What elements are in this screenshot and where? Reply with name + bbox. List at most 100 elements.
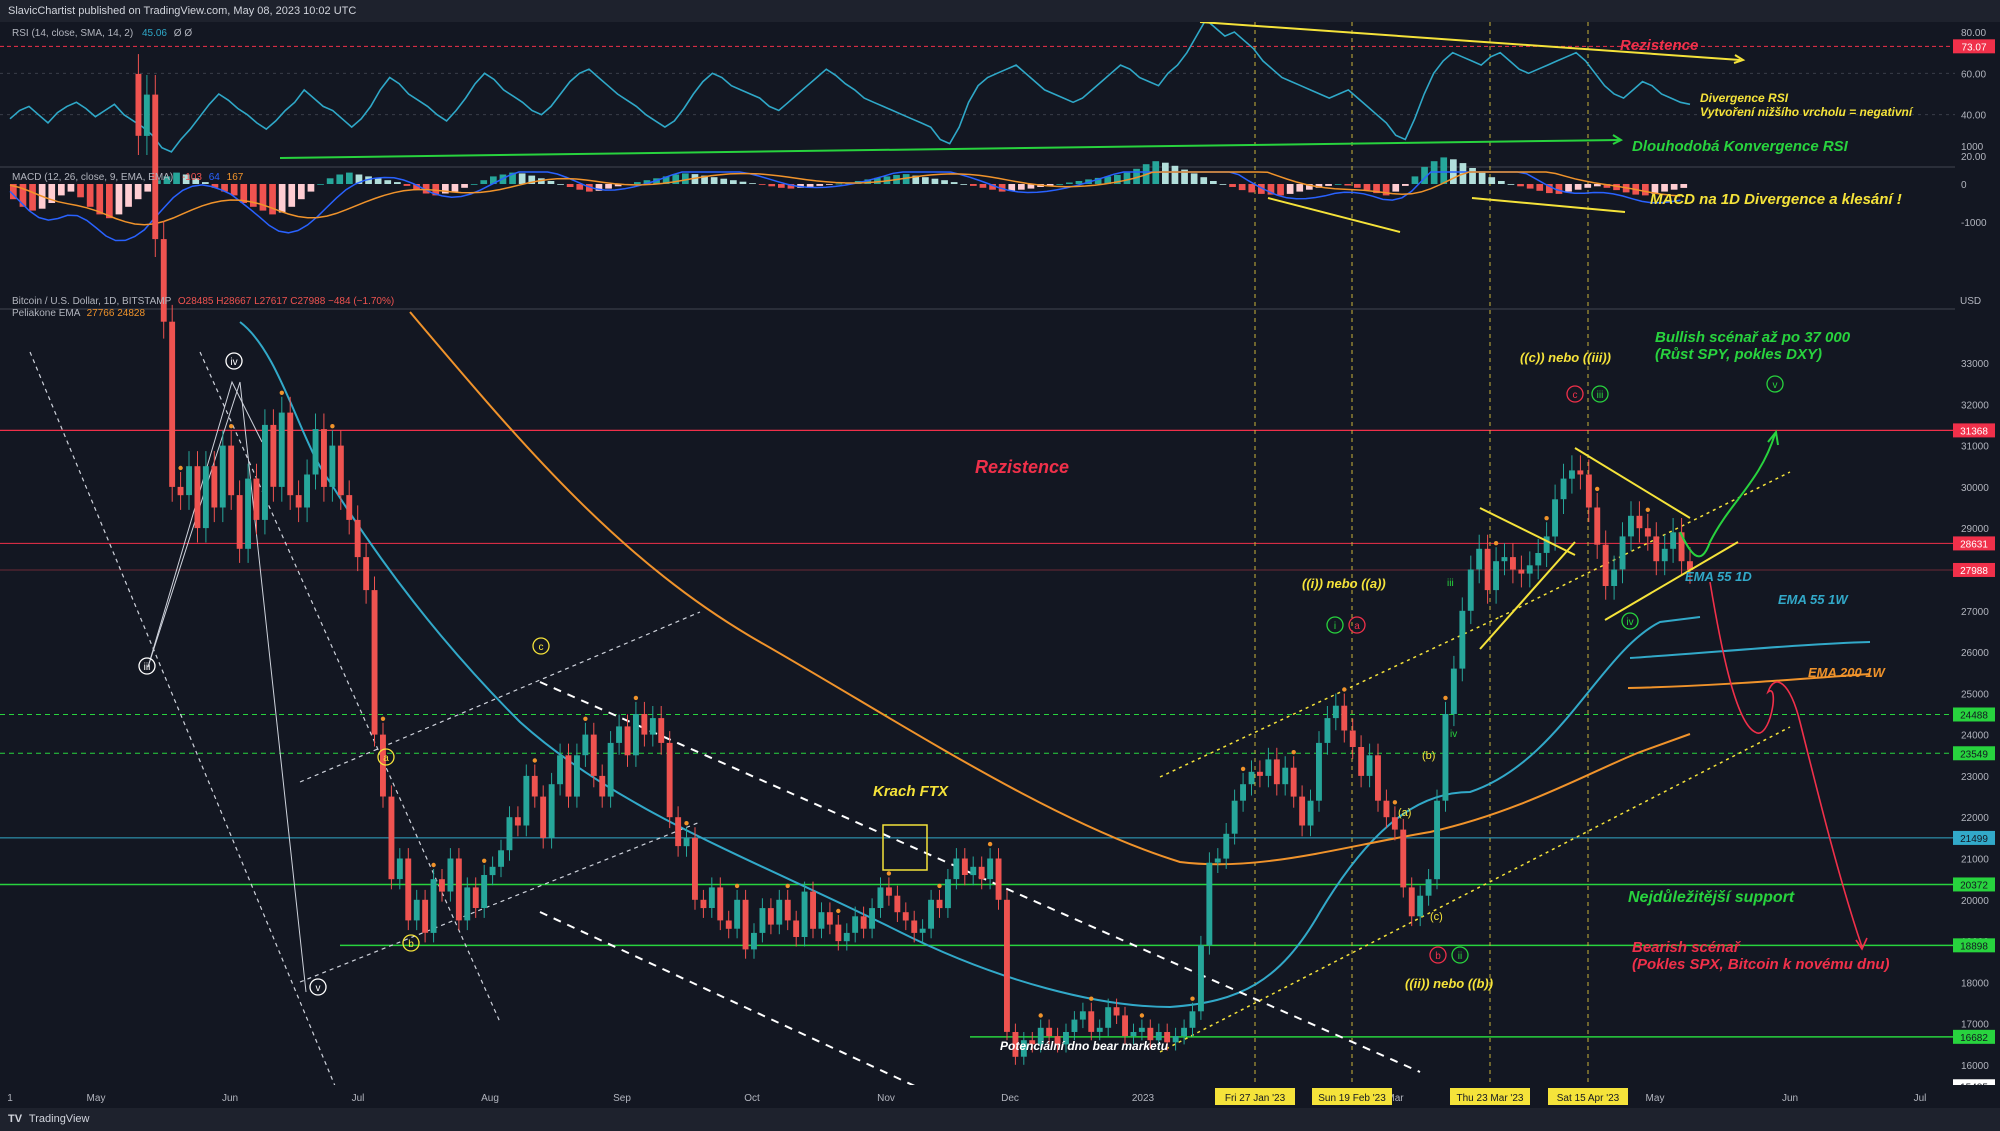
macd-bar: [288, 184, 296, 207]
signal-dot: [431, 862, 436, 868]
macd-bar: [307, 184, 315, 192]
macd-bar: [1286, 184, 1294, 194]
price-candle: [1450, 668, 1457, 714]
macd-bar: [125, 184, 132, 207]
price-candle: [557, 755, 563, 785]
price-candle: [1459, 610, 1466, 669]
macd-bar: [461, 184, 468, 188]
time-axis-label: Nov: [877, 1093, 895, 1104]
badge-28631: 28631: [1960, 539, 1988, 550]
macd-bar: [1526, 184, 1534, 189]
price-candle: [1214, 858, 1221, 863]
price-candle: [1518, 569, 1525, 574]
price-candle: [1560, 478, 1567, 500]
price-candle: [902, 912, 909, 921]
macd-bar: [1642, 184, 1649, 196]
price-candle: [1223, 833, 1230, 859]
price-candle: [1307, 800, 1314, 826]
macd-bar: [1498, 181, 1505, 184]
price-candle: [304, 474, 310, 508]
price-candle: [599, 775, 606, 797]
macd-bar: [1680, 184, 1688, 188]
price-candle: [177, 486, 184, 496]
price-candle: [143, 94, 150, 136]
price-candle: [624, 726, 631, 756]
signal-dot: [937, 883, 942, 889]
rsi-convergence-label: Dlouhodobá Konvergence RSI: [1632, 138, 1849, 155]
macd-bar: [547, 181, 555, 184]
price-axis-tick: 20000: [1961, 896, 1989, 907]
macd-bar: [259, 184, 267, 211]
footer-bar: TV TradingView: [0, 1108, 2000, 1131]
macd-bar: [394, 182, 401, 184]
macd-axis-tick: -1000: [1961, 218, 1987, 229]
price-candle: [692, 837, 698, 900]
price-candle: [1484, 548, 1491, 591]
price-candle: [700, 899, 707, 909]
badge-21499: 21499: [1960, 834, 1988, 845]
price-candle: [793, 920, 800, 937]
wave-b-red-label: b: [1435, 951, 1441, 962]
price-candle: [1206, 862, 1213, 946]
macd-bar: [710, 177, 718, 184]
price-candle: [1332, 705, 1339, 719]
macd-bar: [134, 184, 142, 200]
price-candle: [354, 519, 361, 558]
price-candle: [852, 916, 859, 933]
wave-iii-green-label: iii: [1597, 390, 1604, 401]
price-candle: [329, 445, 336, 487]
macd-legend: MACD (12, 26, close, 9, EMA, EMA) -103 6…: [12, 172, 244, 183]
signal-dot: [1038, 1013, 1043, 1018]
macd-bar: [605, 184, 612, 189]
price-candle: [1172, 1036, 1179, 1043]
macd-bar: [1190, 173, 1198, 184]
price-axis-tick: 24000: [1961, 731, 1989, 742]
time-axis-label: May: [1646, 1093, 1665, 1104]
macd-bar: [739, 181, 747, 184]
badge-20372: 20372: [1960, 880, 1988, 891]
time-axis: [0, 1085, 2000, 1108]
wave-b-paren-label: (b): [1422, 750, 1435, 762]
signal-dot: [785, 883, 790, 889]
macd-bar: [278, 184, 286, 213]
price-candle: [860, 916, 867, 929]
chart-canvas[interactable]: iii iv v a b c i a c iii v iv b ii (b) (a) (c) iii iv 80.00…: [0, 22, 2000, 1108]
price-candle: [160, 239, 167, 322]
price-axis-tick: 17000: [1961, 1020, 1989, 1031]
price-candle: [751, 932, 757, 950]
macd-bar: [950, 182, 958, 184]
time-axis-label: Dec: [1001, 1093, 1019, 1104]
macd-bar: [298, 184, 305, 200]
price-axis-tick: 23000: [1961, 772, 1989, 783]
date-highlight-label: Sun 19 Feb '23: [1318, 1093, 1386, 1104]
price-candle: [1400, 829, 1407, 888]
time-axis-label: Jul: [1914, 1093, 1927, 1104]
price-candle: [633, 714, 639, 756]
macd-bar: [67, 184, 75, 192]
macd-axis-tick: 0: [1961, 180, 1967, 191]
wave-ii-or-b-label: ((ii)) nebo ((b)): [1405, 976, 1493, 991]
macd-bar: [384, 180, 392, 184]
macd-bar: [115, 184, 123, 215]
price-candle: [1130, 1032, 1137, 1037]
price-candle: [1231, 800, 1238, 834]
macd-bar: [1411, 176, 1419, 184]
macd-bar: [768, 184, 776, 187]
macd-bar: [1363, 184, 1371, 191]
macd-bar: [403, 184, 411, 186]
price-candle: [1257, 771, 1263, 776]
price-candle: [978, 866, 985, 880]
price-candle: [211, 466, 218, 508]
price-candle: [810, 891, 816, 929]
price-candle: [1079, 1011, 1086, 1020]
price-candle: [1391, 817, 1398, 830]
ema200-1w-label: EMA 200 1W: [1808, 665, 1887, 680]
price-candle: [1644, 528, 1651, 537]
macd-axis-tick: 1000: [1961, 142, 1984, 153]
badge-31368: 31368: [1960, 426, 1988, 437]
price-axis-tick: 30000: [1961, 483, 1989, 494]
pane-divider: [0, 308, 2000, 310]
price-candle: [1181, 1027, 1187, 1037]
price-axis-tick: 21000: [1961, 855, 1989, 866]
price-candle: [1198, 945, 1204, 1012]
